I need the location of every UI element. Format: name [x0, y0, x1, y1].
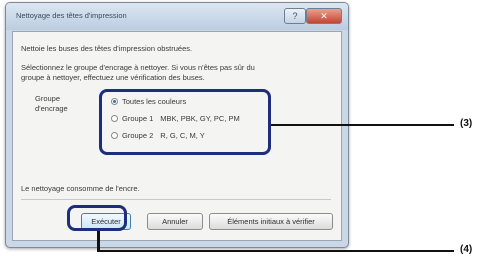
options-highlight-frame	[99, 89, 271, 155]
dialog-titlebar: Nettoyage des têtes d'impression ? ✕	[6, 3, 348, 30]
callout-4-leader-line	[97, 250, 454, 252]
instruction-text: Nettoie les buses des têtes d'impression…	[21, 44, 193, 53]
callout-3-leader-line	[271, 124, 454, 126]
callout-4-label: (4)	[460, 244, 473, 255]
execute-highlight-frame	[67, 205, 127, 231]
separator	[21, 199, 331, 200]
dialog-title: Nettoyage des têtes d'impression	[16, 11, 127, 20]
instruction-line-2: groupe à nettoyer, effectuez une vérific…	[21, 73, 205, 82]
group-label-line-2: d'encrage	[35, 104, 68, 113]
close-button[interactable]: ✕	[306, 8, 342, 24]
ink-usage-note: Le nettoyage consomme de l'encre.	[21, 184, 140, 193]
help-button[interactable]: ?	[284, 8, 306, 24]
initial-check-items-button[interactable]: Éléments initiaux à vérifier	[209, 213, 333, 230]
callout-4-leader-vertical	[97, 231, 100, 252]
callout-3-label: (3)	[460, 118, 473, 129]
group-label-line-1: Groupe	[35, 94, 61, 103]
instruction-line-1: Sélectionnez le groupe d'encrage à netto…	[21, 63, 255, 72]
cancel-button[interactable]: Annuler	[147, 213, 203, 230]
